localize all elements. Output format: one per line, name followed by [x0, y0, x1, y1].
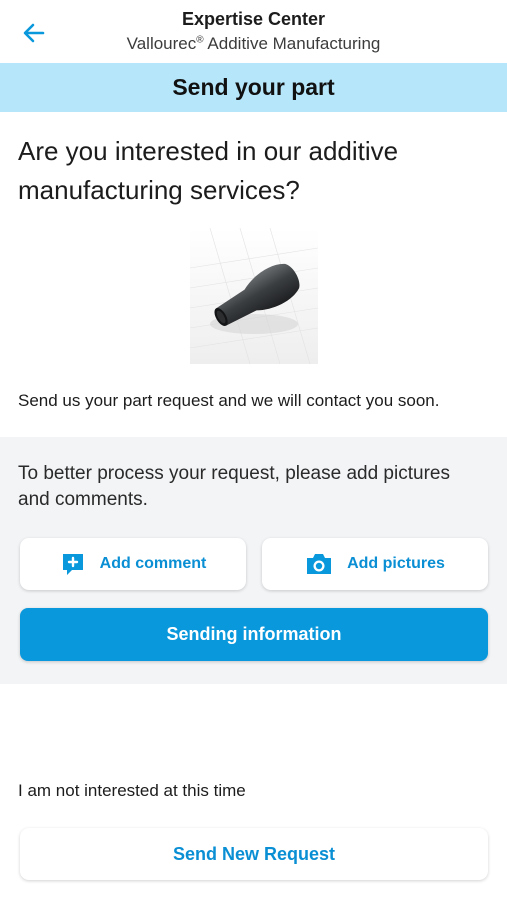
intro-lead-text: Send us your part request and we will co…	[18, 391, 440, 410]
app-title: Expertise Center	[181, 9, 326, 29]
subtitle-rest: Additive Manufacturing	[203, 34, 381, 53]
banner-title: Send your part	[172, 74, 335, 100]
add-pictures-button[interactable]: Add pictures	[262, 538, 488, 590]
comment-plus-icon	[62, 554, 83, 575]
app-subtitle: Vallourec® Additive Manufacturing	[0, 34, 507, 54]
part-image	[190, 228, 318, 364]
not-interested-text: I am not interested at this time	[18, 781, 246, 800]
send-new-request-label: Send New Request	[172, 843, 336, 864]
add-pictures-label: Add pictures	[347, 555, 445, 572]
app-bar: Expertise Center Vallourec® Additive Man…	[0, 0, 507, 63]
send-new-request-button[interactable]: Send New Request	[20, 828, 488, 880]
add-comment-button[interactable]: Add comment	[20, 538, 246, 590]
details-hint: To better process your request, please a…	[18, 463, 450, 510]
send-information-button[interactable]: Sending information	[20, 608, 488, 661]
section-banner: Send your part	[0, 63, 507, 112]
subtitle-brand: Vallourec	[126, 34, 197, 53]
camera-icon	[307, 554, 332, 574]
add-comment-label: Add comment	[99, 555, 207, 572]
registered-mark: ®	[196, 34, 204, 46]
send-information-label: Sending information	[166, 624, 342, 644]
intro-heading: Are you interested in our additive manuf…	[18, 136, 399, 205]
